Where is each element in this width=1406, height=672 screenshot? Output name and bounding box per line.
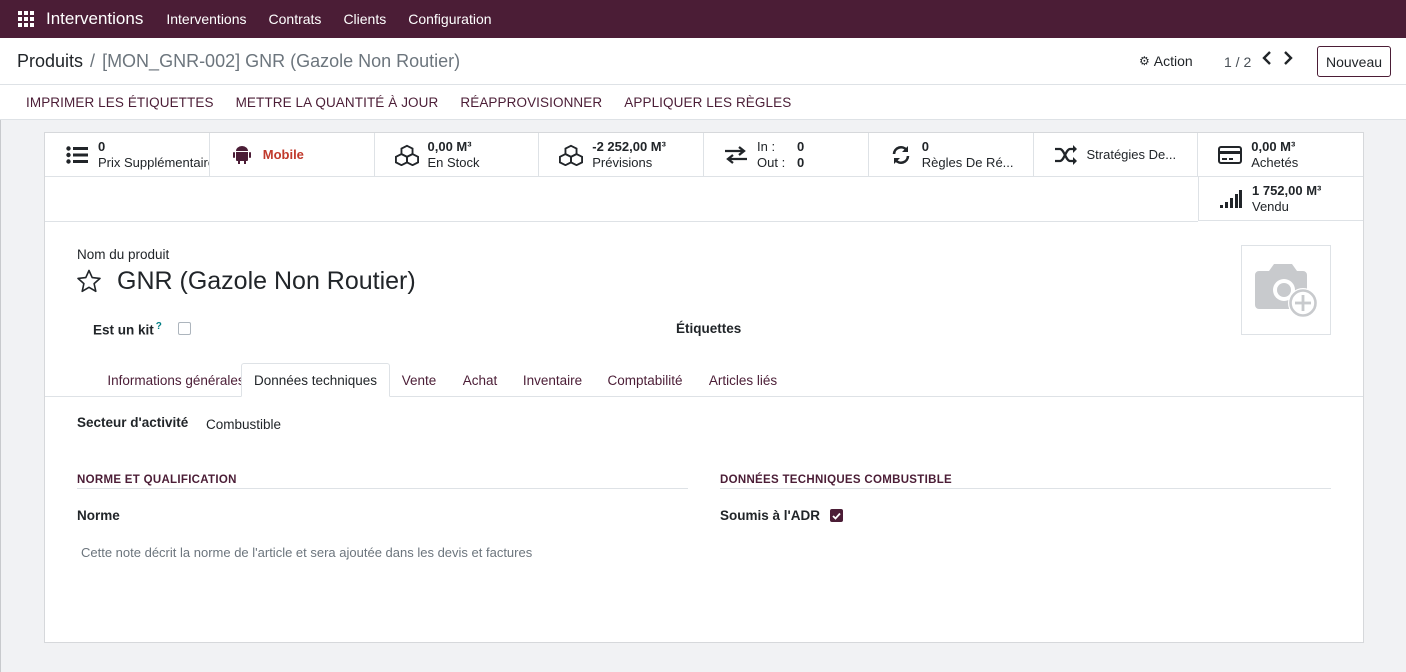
- sold-label: Vendu: [1252, 198, 1289, 214]
- smart-buttons-row: 0 Prix Supplémentaires Mobile 0,00 M³ En…: [45, 133, 1363, 177]
- check-icon: [832, 512, 841, 520]
- list-icon: [65, 143, 89, 167]
- tags-label: Étiquettes: [676, 321, 742, 336]
- smart-on-hand[interactable]: 0,00 M³ En Stock: [375, 133, 540, 177]
- credit-card-icon: [1218, 143, 1243, 167]
- tab-technical-data[interactable]: Données techniques: [241, 363, 390, 397]
- menu-configuration[interactable]: Configuration: [397, 11, 502, 27]
- tab-accounting[interactable]: Comptabilité: [600, 363, 690, 397]
- on-hand-label: En Stock: [427, 155, 480, 170]
- is-kit-text: Est un kit: [93, 322, 154, 338]
- sector-value[interactable]: Combustible: [206, 417, 281, 432]
- breadcrumb-current: [MON_GNR-002] GNR (Gazole Non Routier): [102, 51, 461, 71]
- breadcrumb: Produits / [MON_GNR-002] GNR (Gazole Non…: [17, 51, 460, 72]
- statusbar: IMPRIMER LES ÉTIQUETTES METTRE LA QUANTI…: [0, 85, 1406, 120]
- breadcrumb-separator: /: [90, 51, 96, 71]
- in-value: 0: [797, 139, 805, 154]
- form-sheet: 0 Prix Supplémentaires Mobile 0,00 M³ En…: [44, 132, 1364, 643]
- mobile-label: Mobile: [262, 147, 304, 162]
- product-name-input[interactable]: GNR (Gazole Non Routier): [117, 267, 416, 296]
- signal-icon: [1219, 187, 1243, 211]
- smart-strategies[interactable]: Stratégies De...: [1034, 133, 1199, 177]
- tab-related-items[interactable]: Articles liés: [701, 363, 785, 397]
- star-icon[interactable]: [76, 269, 102, 296]
- pager-value[interactable]: 1 / 2: [1224, 54, 1251, 70]
- tab-inventory[interactable]: Inventaire: [515, 363, 590, 397]
- group-norme-title: NORME ET QUALIFICATION: [77, 474, 237, 486]
- sold-value: 1 752,00 M³: [1252, 182, 1322, 198]
- out-value: 0: [797, 155, 805, 170]
- group-norme-divider: [77, 488, 688, 489]
- extra-prices-value: 0: [98, 139, 106, 154]
- camera-plus-icon: [1255, 264, 1318, 318]
- apps-menu-icon[interactable]: [18, 11, 34, 27]
- smart-purchased[interactable]: 0,00 M³ Achetés: [1198, 133, 1363, 177]
- refresh-icon: [889, 143, 913, 167]
- smart-reorder-rules[interactable]: 0 Règles De Ré...: [869, 133, 1034, 177]
- smart-row-divider: [45, 221, 1198, 222]
- out-label: Out :: [757, 155, 786, 170]
- menu-interventions[interactable]: Interventions: [155, 11, 257, 27]
- norme-label: Norme: [77, 508, 120, 523]
- product-name-label: Nom du produit: [77, 247, 170, 262]
- forecast-value: -2 252,00 M³: [592, 139, 666, 154]
- help-tooltip[interactable]: ?: [156, 321, 162, 332]
- adr-label: Soumis à l'ADR: [720, 508, 820, 523]
- is-kit-checkbox[interactable]: [178, 322, 191, 335]
- smart-mobile[interactable]: Mobile: [210, 133, 375, 177]
- smart-sold[interactable]: 1 752,00 M³ Vendu: [1198, 177, 1363, 221]
- action-button[interactable]: ⚙ Action: [1139, 53, 1193, 69]
- action-label: Action: [1153, 53, 1193, 69]
- extra-prices-label: Prix Supplémentaires: [98, 155, 210, 170]
- forecast-label: Prévisions: [592, 155, 653, 170]
- chevron-left-icon[interactable]: [1262, 51, 1272, 69]
- print-labels-button[interactable]: IMPRIMER LES ÉTIQUETTES: [15, 95, 225, 110]
- window-edge: [0, 38, 1, 672]
- purchased-value: 0,00 M³: [1251, 139, 1296, 154]
- chevron-right-icon[interactable]: [1283, 51, 1293, 69]
- top-navbar: Interventions Interventions Contrats Cli…: [0, 0, 1406, 38]
- purchased-label: Achetés: [1251, 155, 1299, 170]
- on-hand-value: 0,00 M³: [427, 139, 472, 154]
- apply-rules-button[interactable]: APPLIQUER LES RÈGLES: [613, 95, 802, 110]
- reorder-rules-label: Règles De Ré...: [921, 155, 1014, 170]
- replenish-button[interactable]: RÉAPPROVISIONNER: [449, 95, 613, 110]
- gear-icon: ⚙: [1139, 54, 1150, 68]
- cubes-icon: [559, 143, 584, 167]
- menu-contrats[interactable]: Contrats: [258, 11, 333, 27]
- smart-in-out[interactable]: In : 0 Out : 0: [704, 133, 869, 177]
- menu-clients[interactable]: Clients: [332, 11, 397, 27]
- norme-textarea[interactable]: Cette note décrit la norme de l'article …: [81, 545, 532, 560]
- smart-extra-prices[interactable]: 0 Prix Supplémentaires: [45, 133, 210, 177]
- random-icon: [1054, 143, 1078, 167]
- smart-forecast[interactable]: -2 252,00 M³ Prévisions: [539, 133, 704, 177]
- reorder-rules-value: 0: [921, 139, 929, 154]
- tab-purchase[interactable]: Achat: [454, 363, 506, 397]
- in-label: In :: [757, 139, 776, 154]
- exchange-icon: [724, 143, 748, 167]
- control-panel: Produits / [MON_GNR-002] GNR (Gazole Non…: [0, 38, 1406, 85]
- notebook-tabs: Informations générales Données technique…: [45, 363, 1363, 397]
- adr-checkbox[interactable]: [830, 509, 843, 522]
- cubes-icon: [394, 143, 419, 167]
- tab-sales[interactable]: Vente: [393, 363, 445, 397]
- sector-label: Secteur d'activité: [77, 415, 189, 430]
- group-fuel-divider: [720, 488, 1331, 489]
- app-brand[interactable]: Interventions: [46, 9, 143, 29]
- is-kit-label: Est un kit?: [93, 321, 162, 338]
- update-quantity-button[interactable]: METTRE LA QUANTITÉ À JOUR: [225, 95, 450, 110]
- android-icon: [230, 143, 254, 167]
- product-image[interactable]: [1241, 245, 1331, 335]
- strategies-label: Stratégies De...: [1086, 147, 1177, 162]
- group-fuel-title: DONNÉES TECHNIQUES COMBUSTIBLE: [720, 474, 952, 486]
- breadcrumb-parent[interactable]: Produits: [17, 51, 83, 72]
- new-button[interactable]: Nouveau: [1317, 46, 1391, 77]
